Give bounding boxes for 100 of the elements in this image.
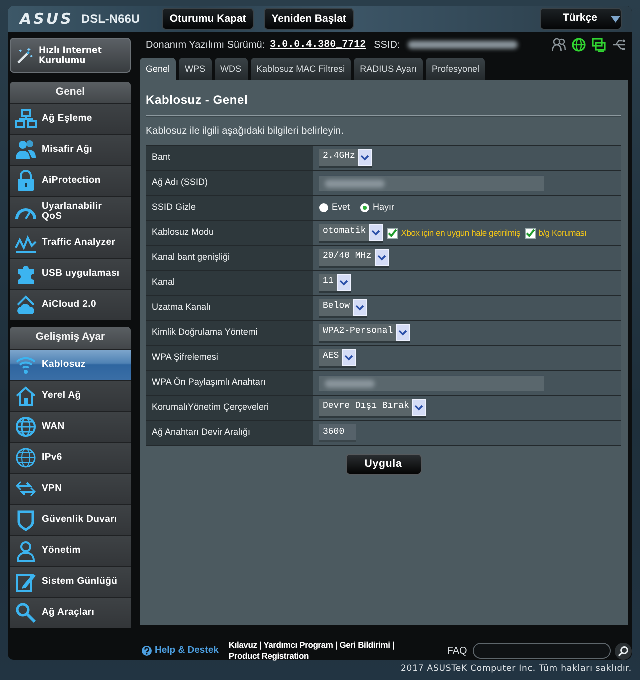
- caret-icon: [611, 16, 621, 22]
- chevron-down-icon: [358, 148, 372, 166]
- setting-label: Uzatma Kanalı: [146, 296, 313, 320]
- person-icon: [15, 540, 37, 562]
- input-field[interactable]: [319, 375, 544, 391]
- dropdown[interactable]: Devre Dışı Bırak: [319, 398, 426, 418]
- reboot-button[interactable]: Yeniden Başlat: [264, 8, 354, 30]
- checkbox[interactable]: [524, 228, 536, 238]
- cloud-house-icon: [15, 294, 37, 316]
- house-icon: [15, 385, 37, 407]
- dropdown[interactable]: Below: [319, 298, 368, 318]
- search-button[interactable]: [615, 642, 632, 660]
- sidebar-item[interactable]: Kablosuz: [10, 349, 131, 380]
- sidebar-item[interactable]: AiCloud 2.0: [10, 289, 131, 320]
- checkbox-label: Xbox için en uygun hale getirilmiş: [401, 226, 521, 240]
- logout-button[interactable]: Oturumu Kapat: [162, 8, 254, 30]
- radio-button[interactable]: [360, 203, 370, 213]
- model-name: DSL-N66U: [81, 13, 140, 25]
- footer-link[interactable]: Product Registration: [228, 651, 309, 661]
- footer-link[interactable]: Yardımcı Program: [264, 640, 334, 650]
- quick-setup-button[interactable]: Hızlı Internet Kurulumu: [10, 38, 131, 73]
- language-dropdown[interactable]: Türkçe: [540, 8, 622, 30]
- people-icon[interactable]: [552, 38, 566, 52]
- copyright-text: 2017 ASUSTeK Computer Inc. Tüm hakları saklıdır.: [400, 663, 633, 676]
- lock-icon: [15, 170, 37, 192]
- brand-logo: ASUS: [20, 12, 74, 26]
- tab[interactable]: WPS: [179, 58, 212, 80]
- people-icon: [15, 139, 37, 161]
- checkbox[interactable]: [387, 228, 398, 238]
- globe-icon: [15, 416, 37, 438]
- setting-label: WPA Ön Paylaşımlı Anahtarı: [146, 370, 313, 396]
- search-icon: [618, 646, 630, 656]
- checkbox-label: b/g Koruması: [538, 226, 587, 240]
- help-icon: [142, 646, 152, 656]
- sidebar-item[interactable]: Misafir Ağı: [10, 134, 131, 165]
- search-field[interactable]: [473, 643, 612, 659]
- setting-label: Kanal: [146, 270, 313, 296]
- sidebar-item[interactable]: Traffic Analyzer: [10, 227, 131, 258]
- sidebar-item[interactable]: Ağ Araçları: [10, 597, 131, 628]
- footer-link[interactable]: Kılavuz: [228, 640, 258, 650]
- sidebar-item[interactable]: USB uygulaması: [10, 258, 131, 289]
- sidebar-item[interactable]: Ağ Eşleme: [10, 103, 131, 134]
- sidebar-item[interactable]: Sistem Günlüğü: [10, 566, 131, 597]
- tab[interactable]: WDS: [214, 58, 248, 80]
- setting-label: Kanal bant genişliği: [146, 246, 313, 270]
- tab[interactable]: Kablosuz MAC Filtresi: [250, 58, 352, 80]
- apply-button[interactable]: Uygula: [346, 454, 422, 475]
- sidebar-item[interactable]: WAN: [10, 411, 131, 442]
- section-title: Gelişmiş Ayar: [10, 327, 131, 349]
- magnifier-icon: [15, 602, 37, 624]
- dropdown[interactable]: otomatik: [319, 224, 384, 242]
- link-separator: |: [259, 640, 262, 650]
- chevron-down-icon: [342, 348, 356, 366]
- tab[interactable]: Genel: [140, 58, 176, 80]
- dropdown[interactable]: 20/40 MHz: [319, 248, 389, 268]
- input-field[interactable]: [319, 175, 544, 191]
- help-link[interactable]: Help & Destek: [142, 644, 219, 658]
- setting-label: KorumalıYönetim Çerçeveleri: [146, 396, 313, 420]
- chevron-down-icon: [412, 398, 426, 416]
- globe-icon[interactable]: [572, 38, 586, 52]
- section-title: Genel: [10, 82, 131, 103]
- shield-icon: [15, 509, 37, 531]
- chevron-down-icon: [353, 298, 368, 316]
- firmware-version-link[interactable]: 3.0.0.4.380_7712: [270, 38, 366, 52]
- setting-label: WPA Şifrelemesi: [146, 346, 313, 370]
- puzzle-icon: [15, 263, 37, 285]
- sidebar-item[interactable]: IPv6: [10, 442, 131, 473]
- dropdown[interactable]: 11: [319, 274, 351, 292]
- link-separator: |: [335, 640, 338, 650]
- sidebar-item[interactable]: VPN: [10, 473, 131, 504]
- dropdown[interactable]: AES: [319, 348, 356, 368]
- setting-label: Ağ Anahtarı Devir Aralığı: [146, 420, 313, 446]
- footer-link[interactable]: Geri Bildirimi: [340, 640, 390, 650]
- setting-label: Bant: [146, 146, 313, 170]
- chevron-down-icon: [369, 224, 384, 240]
- tab[interactable]: Profesyonel: [426, 58, 486, 80]
- input-field[interactable]: 3600: [319, 424, 356, 442]
- sidebar-item[interactable]: AiProtection: [10, 165, 131, 196]
- link-separator: |: [392, 640, 395, 650]
- radio-label: Evet: [332, 201, 350, 214]
- description-text: Kablosuz ile ilgili aşağıdaki bilgileri belirleyin.: [146, 126, 345, 138]
- setting-label: Kimlik Doğrulama Yöntemi: [146, 320, 313, 346]
- sidebar-item[interactable]: Uyarlanabilir QoS: [10, 196, 131, 227]
- sidebar-item[interactable]: Yerel Ağ: [10, 380, 131, 411]
- setting-label: Kablosuz Modu: [146, 220, 313, 246]
- tab[interactable]: RADIUS Ayarı: [354, 58, 423, 80]
- usb-icon[interactable]: [612, 38, 626, 52]
- faq-label: FAQ: [447, 644, 468, 658]
- sidebar-item[interactable]: Güvenlik Duvarı: [10, 504, 131, 535]
- chevron-down-icon: [374, 248, 389, 266]
- page-title: Kablosuz - Genel: [146, 93, 250, 107]
- radio-button[interactable]: [319, 203, 329, 213]
- globe-icon: [15, 447, 37, 469]
- note-pencil-icon: [15, 571, 37, 593]
- firmware-label: Donanım Yazılımı Sürümü:: [146, 38, 266, 52]
- dropdown[interactable]: WPA2-Personal: [319, 324, 410, 342]
- monitor-icon[interactable]: [592, 38, 606, 52]
- dropdown[interactable]: 2.4GHz: [319, 148, 372, 168]
- chevron-down-icon: [396, 324, 410, 340]
- sidebar-item[interactable]: Yönetim: [10, 535, 131, 566]
